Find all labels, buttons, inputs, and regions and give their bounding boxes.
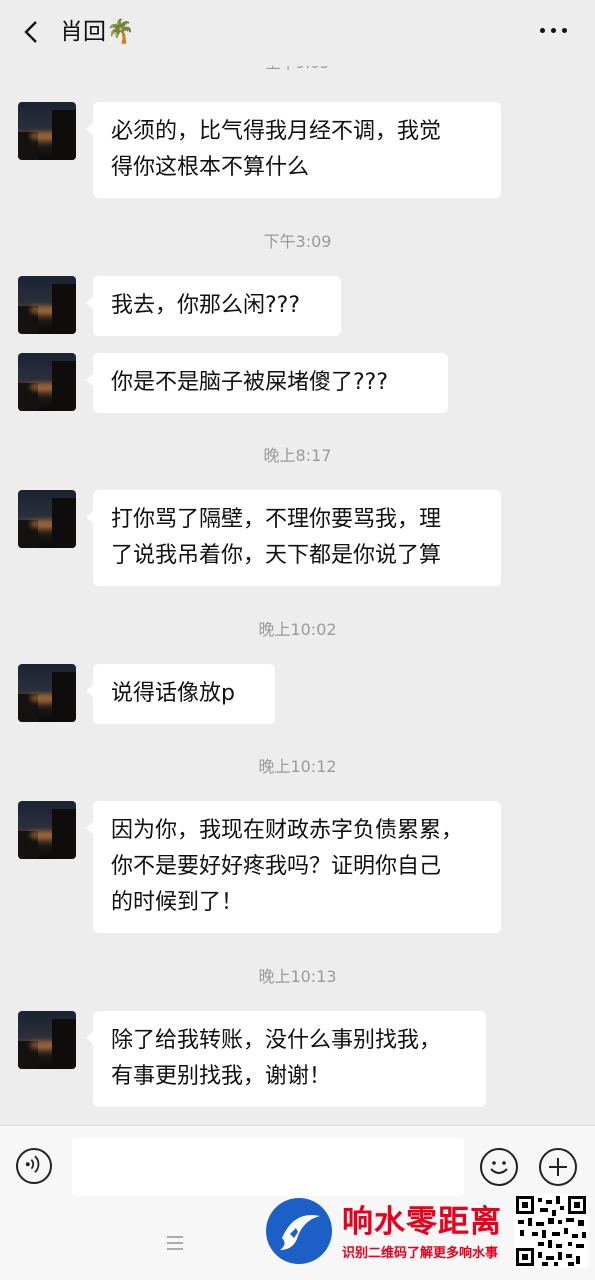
watermark-subtitle: 识别二维码了解更多响水事 xyxy=(342,1246,499,1261)
message-text: 有事更别找我，谢谢！ xyxy=(111,1064,332,1089)
voice-icon[interactable] xyxy=(16,1148,52,1184)
timestamp: 晚上8:17 xyxy=(263,446,332,465)
timestamp: 晚上10:02 xyxy=(258,620,337,639)
menu-icon[interactable] xyxy=(165,1234,185,1252)
contact-name: 肖回🌴 xyxy=(60,14,135,50)
message-list[interactable]: 上午9:03 必须的，比气得我月经不调，我觉 得你这根本不算什么 下午3:09 … xyxy=(0,0,595,1125)
message-text: 除了给我转账，没什么事别找我， xyxy=(111,1028,442,1053)
message-bubble[interactable]: 除了给我转账，没什么事别找我， 有事更别找我，谢谢！ xyxy=(86,1011,486,1107)
watermark: 响水零距离 识别二维码了解更多响水事 xyxy=(264,1190,594,1280)
avatar[interactable] xyxy=(18,664,76,722)
palm-tree-icon: 🌴 xyxy=(106,19,135,45)
avatar[interactable] xyxy=(18,490,76,548)
message-input[interactable] xyxy=(72,1138,464,1196)
watermark-title: 响水零距离 xyxy=(342,1204,502,1240)
add-attachment-icon[interactable] xyxy=(539,1148,577,1186)
avatar[interactable] xyxy=(18,353,76,411)
message-bubble[interactable]: 打你骂了隔壁，不理你要骂我，理 了说我吊着你，天下都是你说了算 xyxy=(86,490,501,586)
message-text: 你不是要好好疼我吗？证明你自己 xyxy=(111,854,442,879)
message-bubble[interactable]: 因为你，我现在财政赤字负债累累， 你不是要好好疼我吗？证明你自己 的时候到了！ xyxy=(86,801,501,933)
message-text: 了说我吊着你，天下都是你说了算 xyxy=(111,543,442,568)
message-text: 必须的，比气得我月经不调，我觉 xyxy=(111,119,442,144)
qr-code-icon xyxy=(514,1194,588,1268)
message-text: 我去，你那么闲??? xyxy=(111,293,301,318)
message-text: 你是不是脑子被屎堵傻了??? xyxy=(111,370,389,395)
message-text: 得你这根本不算什么 xyxy=(111,155,310,180)
message-text: 因为你，我现在财政赤字负债累累， xyxy=(111,818,464,843)
message-text: 说得话像放p xyxy=(111,681,235,706)
watermark-logo-icon xyxy=(266,1198,332,1264)
message-text: 打你骂了隔壁，不理你要骂我，理 xyxy=(111,507,442,532)
chat-header: 肖回🌴 xyxy=(0,0,595,66)
timestamp: 晚上10:13 xyxy=(258,967,337,986)
message-bubble[interactable]: 我去，你那么闲??? xyxy=(86,276,341,336)
avatar[interactable] xyxy=(18,276,76,334)
avatar[interactable] xyxy=(18,801,76,859)
avatar[interactable] xyxy=(18,102,76,160)
message-bubble[interactable]: 你是不是脑子被屎堵傻了??? xyxy=(86,353,448,413)
timestamp: 晚上10:12 xyxy=(258,757,337,776)
message-text: 的时候到了！ xyxy=(111,890,244,915)
emoji-icon[interactable] xyxy=(480,1148,518,1186)
message-bubble[interactable]: 说得话像放p xyxy=(86,664,275,724)
back-arrow-icon[interactable] xyxy=(20,20,44,44)
contact-name-text: 肖回 xyxy=(60,19,106,45)
more-options-icon[interactable] xyxy=(540,28,567,33)
avatar[interactable] xyxy=(18,1011,76,1069)
message-bubble[interactable]: 必须的，比气得我月经不调，我觉 得你这根本不算什么 xyxy=(86,102,501,198)
timestamp: 下午3:09 xyxy=(263,232,332,251)
